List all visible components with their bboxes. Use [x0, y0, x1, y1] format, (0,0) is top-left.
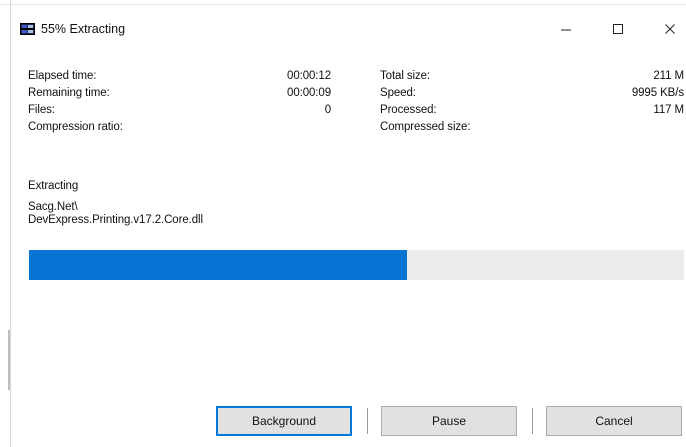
extraction-progress-bar	[29, 250, 684, 280]
close-icon	[664, 22, 676, 40]
current-action-label: Extracting	[28, 180, 79, 192]
speed-value: 9995 KB/s	[631, 87, 684, 99]
total-size-label: Total size:	[380, 70, 431, 82]
button-separator	[367, 408, 368, 434]
background-button[interactable]: Background	[216, 406, 352, 436]
progress-bar-fill	[29, 250, 407, 280]
background-frame-edge-dark	[8, 330, 10, 390]
window-title: 55% Extracting	[41, 22, 126, 36]
extraction-progress-dialog: 55% Extracting Elapsed time: 00:00:12 Re…	[11, 10, 686, 447]
current-path-folder: Sacg.Net\	[28, 201, 78, 213]
processed-value: 117 M	[653, 104, 684, 116]
processed-label: Processed:	[380, 104, 437, 116]
total-size-value: 211 M	[653, 70, 684, 82]
maximize-button[interactable]	[595, 10, 641, 52]
remaining-time-value: 00:00:09	[287, 87, 331, 99]
elapsed-time-value: 00:00:12	[287, 70, 331, 82]
close-button[interactable]	[647, 10, 686, 52]
button-separator	[532, 408, 533, 434]
remaining-time-label: Remaining time:	[28, 87, 110, 99]
elapsed-time-label: Elapsed time:	[28, 70, 97, 82]
pause-button[interactable]: Pause	[381, 406, 517, 436]
files-label: Files:	[28, 104, 55, 116]
winrar-archive-icon	[20, 22, 35, 35]
files-value: 0	[324, 104, 331, 116]
compressed-size-label: Compressed size:	[380, 121, 471, 133]
background-frame-line	[0, 4, 686, 5]
cancel-button[interactable]: Cancel	[546, 406, 682, 436]
minimize-icon	[560, 22, 572, 40]
speed-label: Speed:	[380, 87, 416, 99]
current-file-name: DevExpress.Printing.v17.2.Core.dll	[28, 214, 203, 226]
maximize-icon	[612, 22, 624, 40]
minimize-button[interactable]	[543, 10, 589, 52]
title-bar[interactable]: 55% Extracting	[11, 10, 686, 52]
compression-ratio-label: Compression ratio:	[28, 121, 123, 133]
